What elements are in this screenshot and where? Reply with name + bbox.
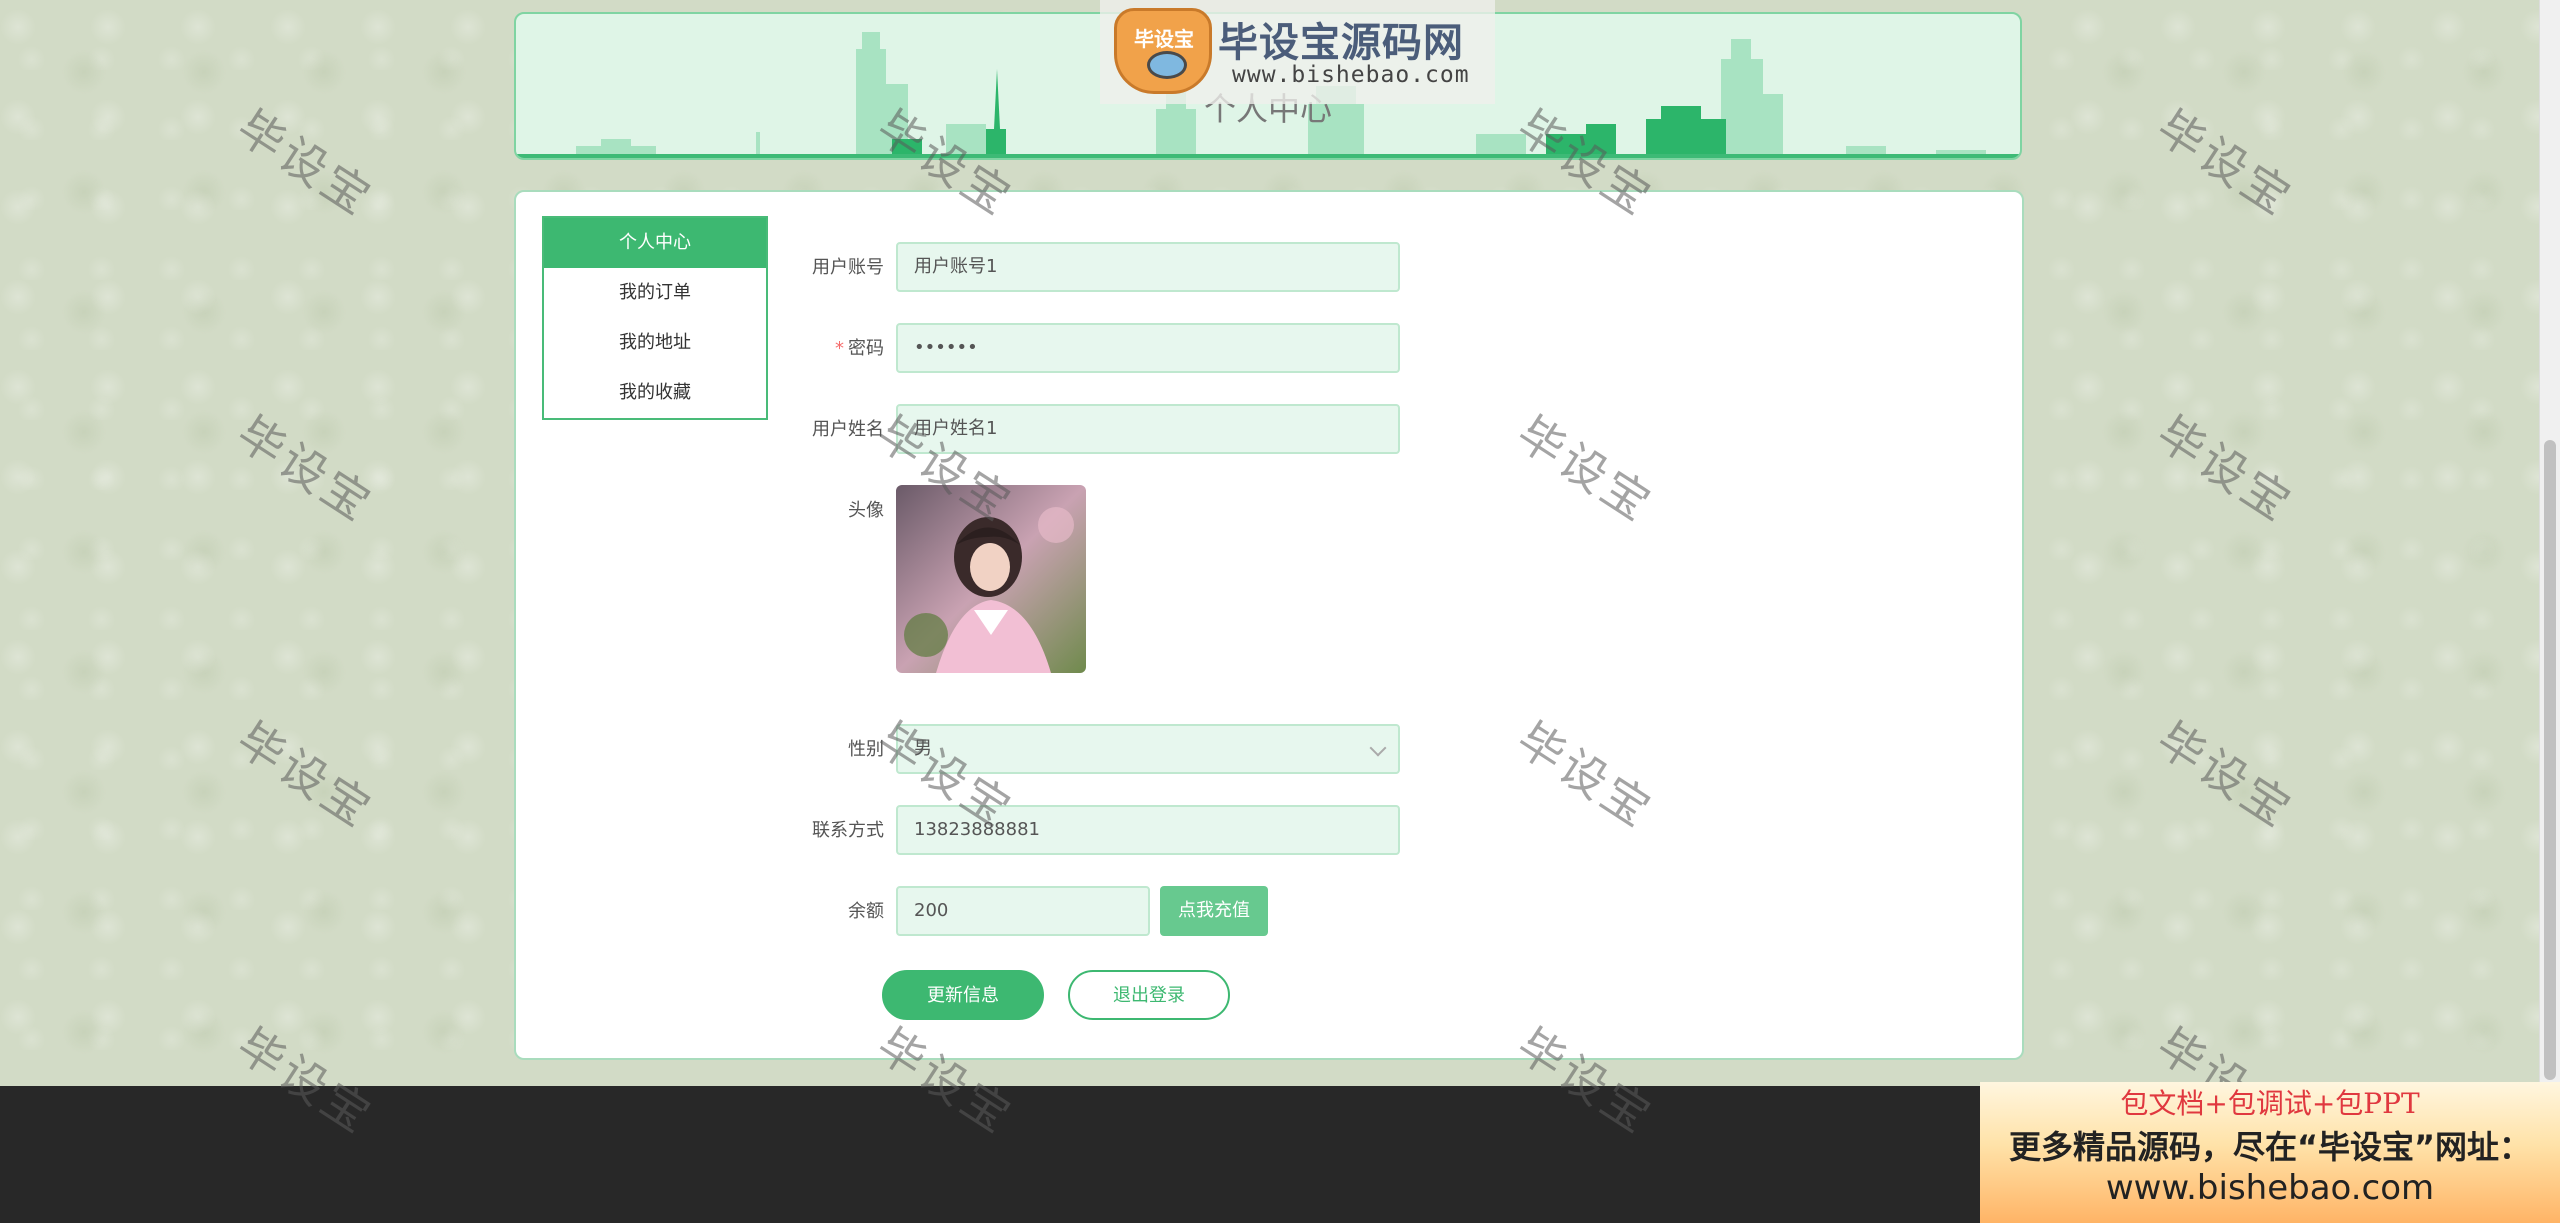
username-label: 用户账号: [812, 257, 884, 278]
password-input[interactable]: ••••••: [896, 323, 1400, 373]
update-info-button[interactable]: 更新信息: [882, 970, 1044, 1020]
site-logo: 毕设宝 毕设宝源码网 www.bishebao.com: [1100, 0, 1495, 104]
watermark-text: 毕设宝: [227, 405, 383, 533]
watermark-text: 毕设宝: [227, 99, 383, 227]
sidebar-item-favorites[interactable]: 我的收藏: [544, 368, 766, 418]
logout-button[interactable]: 退出登录: [1068, 970, 1230, 1020]
gender-select[interactable]: 男: [896, 724, 1400, 774]
password-label-text: 密码: [848, 338, 884, 359]
balance-input[interactable]: 200: [896, 886, 1150, 936]
promo-banner[interactable]: 包文档+包调试+包PPT 更多精品源码，尽在“毕设宝”网址： www.bishe…: [1980, 1082, 2560, 1223]
sidebar-item-address[interactable]: 我的地址: [544, 318, 766, 368]
phone-label: 联系方式: [812, 820, 884, 841]
scrollbar-thumb[interactable]: [2544, 440, 2556, 1080]
watermark-text: 毕设宝: [2147, 405, 2303, 533]
gender-label: 性别: [848, 739, 884, 760]
sidebar-item-profile[interactable]: 个人中心: [544, 218, 766, 268]
watermark-text: 毕设宝: [2147, 711, 2303, 839]
watermark-text: 毕设宝: [2147, 99, 2303, 227]
chevron-down-icon: [1369, 739, 1387, 757]
realname-input[interactable]: 用户姓名1: [896, 404, 1400, 454]
realname-label: 用户姓名: [812, 419, 884, 440]
sidebar-menu: 个人中心 我的订单 我的地址 我的收藏: [542, 216, 768, 420]
avatar-label: 头像: [848, 500, 884, 521]
required-mark: *: [835, 338, 844, 359]
promo-url: www.bishebao.com: [2105, 1168, 2435, 1208]
logo-badge-icon: 毕设宝: [1114, 8, 1212, 94]
gender-selected-value: 男: [914, 738, 932, 759]
logo-url: www.bishebao.com: [1232, 62, 1470, 88]
logo-name: 毕设宝源码网: [1218, 20, 1464, 66]
sidebar-item-orders[interactable]: 我的订单: [544, 268, 766, 318]
balance-label: 余额: [848, 901, 884, 922]
profile-card: 个人中心 我的订单 我的地址 我的收藏 用户账号 用户账号1 * 密码 •••••…: [514, 190, 2024, 1060]
promo-headline: 更多精品源码，尽在“毕设宝”网址：: [2008, 1128, 2532, 1166]
phone-input[interactable]: 13823888881: [896, 805, 1400, 855]
promo-tagline: 包文档+包调试+包PPT: [2120, 1087, 2420, 1120]
avatar-image[interactable]: [896, 485, 1086, 673]
password-label: * 密码: [778, 323, 884, 375]
recharge-button[interactable]: 点我充值: [1160, 886, 1268, 936]
logo-mascot-icon: [1147, 51, 1187, 79]
logo-badge-text: 毕设宝: [1134, 27, 1194, 51]
avatar-photo: [896, 485, 1086, 673]
page-scrollbar[interactable]: [2539, 0, 2560, 1223]
banner-underline: [516, 154, 2020, 158]
watermark-text: 毕设宝: [227, 711, 383, 839]
username-input[interactable]: 用户账号1: [896, 242, 1400, 292]
